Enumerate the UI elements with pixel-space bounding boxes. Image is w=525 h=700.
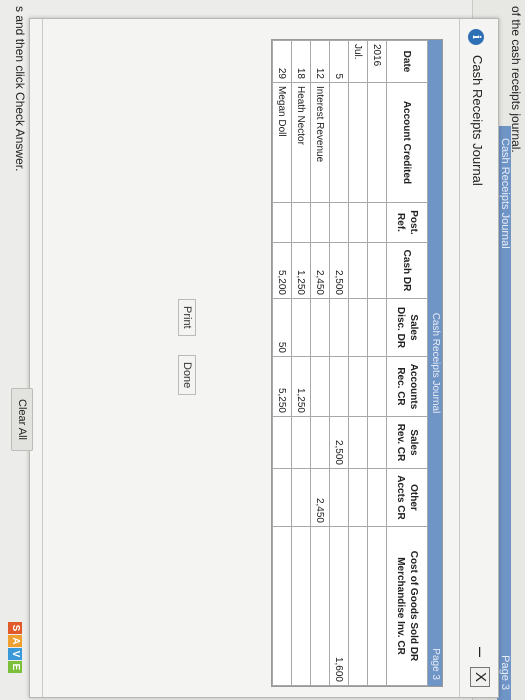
journal-header: Cash Receipts Journal Page 3 [428, 40, 442, 686]
cell-disc: 50 [272, 298, 292, 357]
cell-cogs [348, 526, 368, 686]
dialog-title: Cash Receipts Journal [470, 55, 485, 186]
cell-ar [329, 356, 349, 417]
cell-sales [272, 416, 292, 469]
cell-disc [348, 298, 368, 357]
background-journal-page: Page 3 [499, 655, 511, 690]
background-journal-bar: Cash Receipts Journal Page 3 [497, 126, 511, 700]
cell-ref [348, 202, 368, 243]
table-row: 5 2,500 2,500 1,600 [329, 40, 349, 686]
cash-receipts-dialog: i Cash Receipts Journal – X Cash Receipt… [29, 18, 499, 698]
cell-ref [291, 202, 311, 243]
cell-other [367, 468, 387, 527]
close-icon[interactable]: X [470, 667, 490, 687]
column-header: Account Credited [386, 82, 428, 203]
column-header: Cost of Goods Sold DR Merchandise Inv. C… [386, 526, 428, 686]
cell-other: 2,450 [310, 468, 330, 527]
cell-cogs [272, 526, 292, 686]
cell-ar [310, 356, 330, 417]
logo-letter: A [8, 635, 22, 647]
column-header: Cash DR [386, 242, 428, 299]
cell-cash [348, 242, 368, 299]
divider [42, 19, 43, 697]
cell-ref [329, 202, 349, 243]
journal-table: Date Account Credited Post. Ref. Cash DR… [272, 40, 428, 686]
cell-ref [367, 202, 387, 243]
cell-account [329, 82, 349, 203]
cash-receipts-journal: Cash Receipts Journal Page 3 Date Accoun… [271, 39, 443, 687]
cell-other [348, 468, 368, 527]
journal-header-row: Date Account Credited Post. Ref. Cash DR… [386, 40, 428, 686]
cell-cash: 1,250 [291, 242, 311, 299]
cell-disc [310, 298, 330, 357]
journal-page-label: Page 3 [430, 648, 441, 680]
cell-other [291, 468, 311, 527]
clear-all-button[interactable]: Clear All [11, 388, 33, 451]
cell-sales [348, 416, 368, 469]
cell-cash [367, 242, 387, 299]
column-header: Sales Rev. CR [386, 416, 428, 469]
cell-cogs: 1,600 [329, 526, 349, 686]
cell-disc [329, 298, 349, 357]
done-button[interactable]: Done [178, 355, 196, 396]
cell-account: Interest Revenue [310, 82, 330, 203]
cell-cogs [291, 526, 311, 686]
background-journal-title: Cash Receipts Journal [499, 138, 511, 249]
rotated-page: of the cash receipts journal. Cash Recei… [0, 0, 525, 700]
cell-cash: 2,500 [329, 242, 349, 299]
cell-date: 2016 [367, 40, 387, 83]
cell-disc [367, 298, 387, 357]
cell-sales: 2,500 [329, 416, 349, 469]
logo-letter: S [8, 622, 22, 634]
cell-ar: 5,250 [272, 356, 292, 417]
print-button[interactable]: Print [178, 299, 196, 336]
cell-date: 5 [329, 40, 349, 83]
check-answer-instruction: s and then click Check Answer. [13, 6, 27, 172]
table-row: 18 Heath Nector 1,250 1,250 [291, 40, 311, 686]
table-row: 12 Interest Revenue 2,450 2,450 [310, 40, 330, 686]
column-header: Sales Disc. DR [386, 298, 428, 357]
table-row: Jul. [348, 40, 368, 686]
column-header: Accounts Rec. CR [386, 356, 428, 417]
save-logo: S A V E [8, 622, 22, 673]
cell-date: 18 [291, 40, 311, 83]
cell-account: Heath Nector [291, 82, 311, 203]
cell-date: 29 [272, 40, 292, 83]
cell-ar [367, 356, 387, 417]
logo-letter: E [8, 661, 22, 673]
column-header: Date [386, 40, 428, 83]
cell-cash: 5,200 [272, 242, 292, 299]
cell-cogs [310, 526, 330, 686]
cell-cogs [367, 526, 387, 686]
column-header: Other Accts CR [386, 468, 428, 527]
cell-other [329, 468, 349, 527]
cell-date: Jul. [348, 40, 368, 83]
cell-date: 12 [310, 40, 330, 83]
divider [459, 19, 460, 697]
table-row: 29 Megan Doll 5,200 50 5,250 [272, 40, 292, 686]
cell-sales [291, 416, 311, 469]
cell-ar: 1,250 [291, 356, 311, 417]
cell-sales [310, 416, 330, 469]
table-row: 2016 [367, 40, 387, 686]
minimize-icon[interactable]: – [471, 647, 491, 661]
cell-other [272, 468, 292, 527]
cell-account: Megan Doll [272, 82, 292, 203]
cell-sales [367, 416, 387, 469]
cell-ref [310, 202, 330, 243]
cell-disc [291, 298, 311, 357]
info-icon: i [468, 29, 484, 45]
column-header: Post. Ref. [386, 202, 428, 243]
cell-ref [272, 202, 292, 243]
cell-account [348, 82, 368, 203]
journal-title: Cash Receipts Journal [430, 312, 441, 414]
cell-account [367, 82, 387, 203]
cell-cash: 2,450 [310, 242, 330, 299]
instruction-text: of the cash receipts journal. [509, 6, 523, 153]
cell-ar [348, 356, 368, 417]
logo-letter: V [8, 648, 22, 660]
